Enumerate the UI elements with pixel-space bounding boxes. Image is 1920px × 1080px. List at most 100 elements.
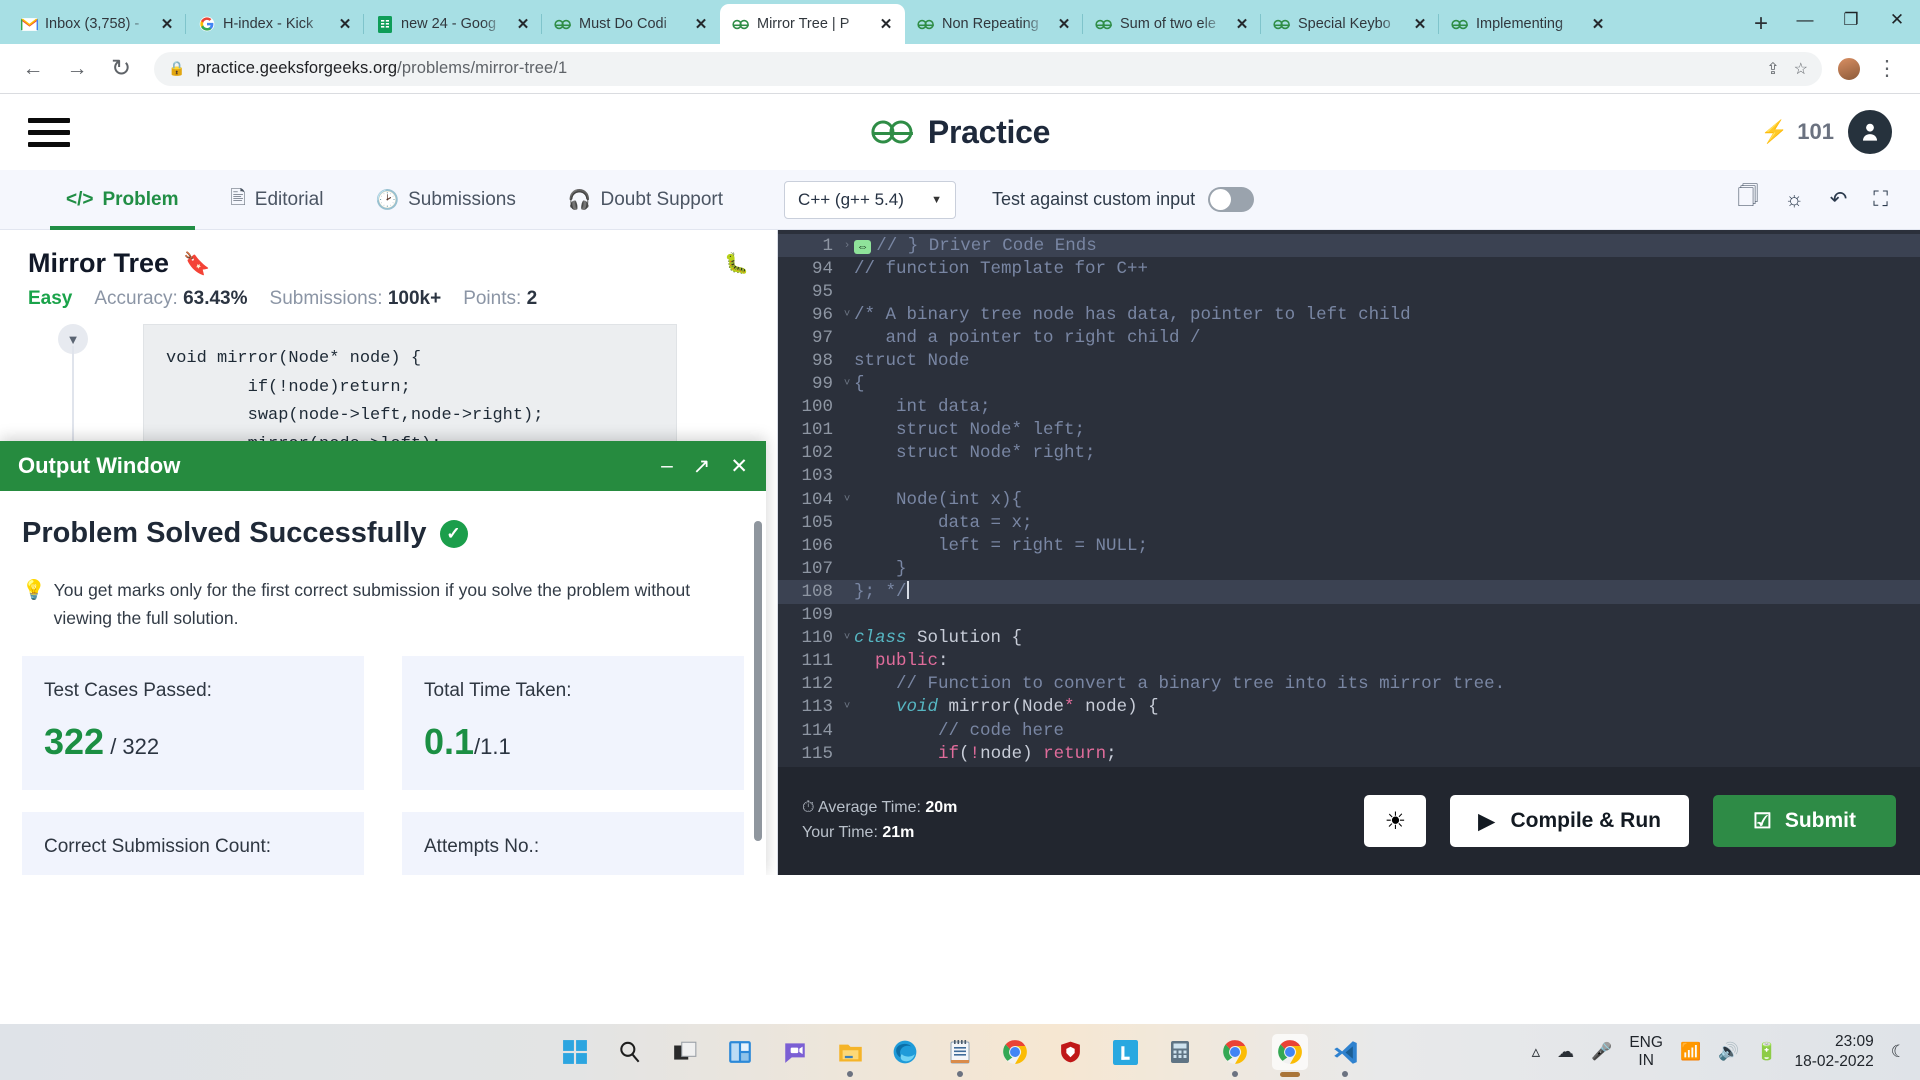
taskbar-calculator[interactable] <box>1162 1034 1198 1070</box>
tab-doubt-support[interactable]: 🎧 Doubt Support <box>542 170 749 230</box>
browser-menu-icon[interactable]: ⋮ <box>1868 50 1906 88</box>
taskbar-chrome-window-2[interactable] <box>1272 1034 1308 1077</box>
taskbar-search-button[interactable] <box>612 1034 648 1070</box>
language-select[interactable]: C++ (g++ 5.4) ▼ <box>784 180 957 219</box>
output-window-scrollbar[interactable] <box>754 491 762 875</box>
taskbar-vs-code[interactable] <box>1327 1034 1363 1077</box>
taskbar-chat-button[interactable] <box>777 1034 813 1070</box>
code-line[interactable]: 111 public: <box>778 650 1920 673</box>
copy-icon[interactable]: 🗍 <box>1737 182 1758 217</box>
browser-tab-2[interactable]: new 24 - Goog ✕ <box>363 4 542 44</box>
browser-tab-close-icon[interactable]: ✕ <box>1232 14 1252 34</box>
code-line[interactable]: 101 struct Node* left; <box>778 419 1920 442</box>
browser-tab-5[interactable]: Non Repeating ✕ <box>905 4 1083 44</box>
forward-icon[interactable]: → <box>58 50 96 88</box>
microphone-icon[interactable]: 🎤 <box>1591 1042 1612 1062</box>
fold-marker[interactable]: ˅ <box>840 309 854 321</box>
language-indicator[interactable]: ENG IN <box>1629 1034 1663 1070</box>
browser-tab-close-icon[interactable]: ✕ <box>876 14 896 34</box>
tab-submissions[interactable]: 🕑 Submissions <box>349 170 541 230</box>
taskbar-mcafee[interactable] <box>1052 1034 1088 1070</box>
star-icon[interactable]: ☆ <box>1794 59 1808 79</box>
close-window-button[interactable]: ✕ <box>1874 0 1920 40</box>
code-line[interactable]: 95 <box>778 280 1920 303</box>
close-icon[interactable]: ✕ <box>730 454 748 479</box>
address-bar[interactable]: 🔒 practice.geeksforgeeks.org/problems/mi… <box>154 51 1822 86</box>
code-line[interactable]: 107 } <box>778 557 1920 580</box>
tab-editorial[interactable]: 🖹 Editorial <box>205 170 350 230</box>
code-editor[interactable]: 1 › ⇔// } Driver Code Ends 94 // function Te… <box>778 230 1920 767</box>
browser-tab-1[interactable]: H-index - Kick ✕ <box>185 4 364 44</box>
new-tab-button[interactable]: + <box>1744 7 1778 41</box>
browser-tab-close-icon[interactable]: ✕ <box>157 14 177 34</box>
fold-marker[interactable]: ˅ <box>840 701 854 713</box>
minimize-window-button[interactable]: — <box>1782 0 1828 40</box>
code-line[interactable]: 100 int data; <box>778 396 1920 419</box>
code-line[interactable]: 105 data = x; <box>778 511 1920 534</box>
submit-button[interactable]: ☑ Submit <box>1713 795 1896 847</box>
code-line[interactable]: 94 // function Template for C++ <box>778 257 1920 280</box>
browser-tab-close-icon[interactable]: ✕ <box>1410 14 1430 34</box>
code-line[interactable]: 106 left = right = NULL; <box>778 534 1920 557</box>
code-line[interactable]: 109 <box>778 604 1920 627</box>
code-line[interactable]: 112 // Function to convert a binary tree… <box>778 673 1920 696</box>
minimize-icon[interactable]: – <box>661 454 673 478</box>
compile-and-run-button[interactable]: ▶ Compile & Run <box>1450 795 1689 847</box>
maximize-window-button[interactable]: ❐ <box>1828 0 1874 40</box>
browser-tab-close-icon[interactable]: ✕ <box>691 14 711 34</box>
fold-marker[interactable]: ˅ <box>840 378 854 390</box>
code-line[interactable]: 102 struct Node* right; <box>778 442 1920 465</box>
taskbar-chrome-window-1[interactable] <box>1217 1034 1253 1077</box>
browser-tab-close-icon[interactable]: ✕ <box>335 14 355 34</box>
taskbar-task-view-button[interactable] <box>667 1034 703 1070</box>
code-line[interactable]: 99 ˅{ <box>778 373 1920 396</box>
fullscreen-icon[interactable]: ⛶ <box>1873 188 1888 212</box>
code-line[interactable]: 114 // code here <box>778 719 1920 742</box>
code-line[interactable]: 104 ˅ Node(int x){ <box>778 488 1920 511</box>
browser-tab-close-icon[interactable]: ✕ <box>1054 14 1074 34</box>
fold-marker[interactable]: › <box>840 240 854 252</box>
moon-icon[interactable]: ☾ <box>1891 1042 1906 1062</box>
taskbar-start-button[interactable] <box>557 1034 593 1070</box>
code-line[interactable]: 103 <box>778 465 1920 488</box>
tab-problem[interactable]: </> Problem <box>40 170 205 230</box>
browser-tab-4[interactable]: Mirror Tree | P ✕ <box>720 4 905 44</box>
streak-counter[interactable]: ⚡ 101 <box>1761 119 1834 145</box>
browser-tab-6[interactable]: Sum of two ele ✕ <box>1082 4 1261 44</box>
reset-icon[interactable]: ↶ <box>1830 187 1848 212</box>
bookmark-icon[interactable]: 🔖 <box>183 251 210 277</box>
theme-icon[interactable]: ☼ <box>1784 188 1803 212</box>
taskbar-google-chrome[interactable] <box>997 1034 1033 1070</box>
code-line[interactable]: 97 and a pointer to right child / <box>778 326 1920 349</box>
browser-tab-close-icon[interactable]: ✕ <box>513 14 533 34</box>
code-line[interactable]: 113 ˅ void mirror(Node* node) { <box>778 696 1920 719</box>
reload-icon[interactable]: ↻ <box>102 50 140 88</box>
fold-marker[interactable]: ˅ <box>840 632 854 644</box>
code-line[interactable]: 115 if(!node) return; <box>778 742 1920 765</box>
onedrive-icon[interactable]: ☁ <box>1557 1042 1574 1062</box>
code-line[interactable]: 1 › ⇔// } Driver Code Ends <box>778 234 1920 258</box>
custom-input-toggle[interactable] <box>1208 187 1255 212</box>
back-icon[interactable]: ← <box>14 50 52 88</box>
browser-tab-close-icon[interactable]: ✕ <box>1588 14 1608 34</box>
expand-icon[interactable]: ↗ <box>693 454 711 479</box>
wifi-icon[interactable]: 📶 <box>1680 1042 1701 1062</box>
browser-tab-3[interactable]: Must Do Codi ✕ <box>541 4 720 44</box>
clock[interactable]: 23:09 18-02-2022 <box>1794 1032 1873 1072</box>
fold-marker[interactable]: ˅ <box>840 494 854 506</box>
taskbar-file-explorer[interactable] <box>832 1034 868 1077</box>
browser-tab-8[interactable]: Implementing ✕ <box>1438 4 1617 44</box>
code-line[interactable]: 108}; */ <box>778 580 1920 604</box>
browser-tab-7[interactable]: Special Keybo ✕ <box>1260 4 1439 44</box>
hint-button[interactable]: ☀ <box>1364 795 1427 847</box>
brand[interactable]: Practice <box>870 114 1050 151</box>
share-icon[interactable]: ⇪ <box>1766 59 1779 79</box>
taskbar-notepad[interactable] <box>942 1034 978 1077</box>
taskbar-widgets-button[interactable] <box>722 1034 758 1070</box>
chevron-up-icon[interactable]: ▵ <box>1532 1042 1541 1062</box>
code-line[interactable]: 96 ˅/* A binary tree node has data, point… <box>778 303 1920 326</box>
code-line[interactable]: 98 struct Node <box>778 349 1920 372</box>
battery-charging-icon[interactable]: 🔋 <box>1756 1042 1777 1062</box>
profile-avatar[interactable] <box>1836 55 1862 82</box>
browser-tab-0[interactable]: Inbox (3,758) - ✕ <box>8 4 186 44</box>
